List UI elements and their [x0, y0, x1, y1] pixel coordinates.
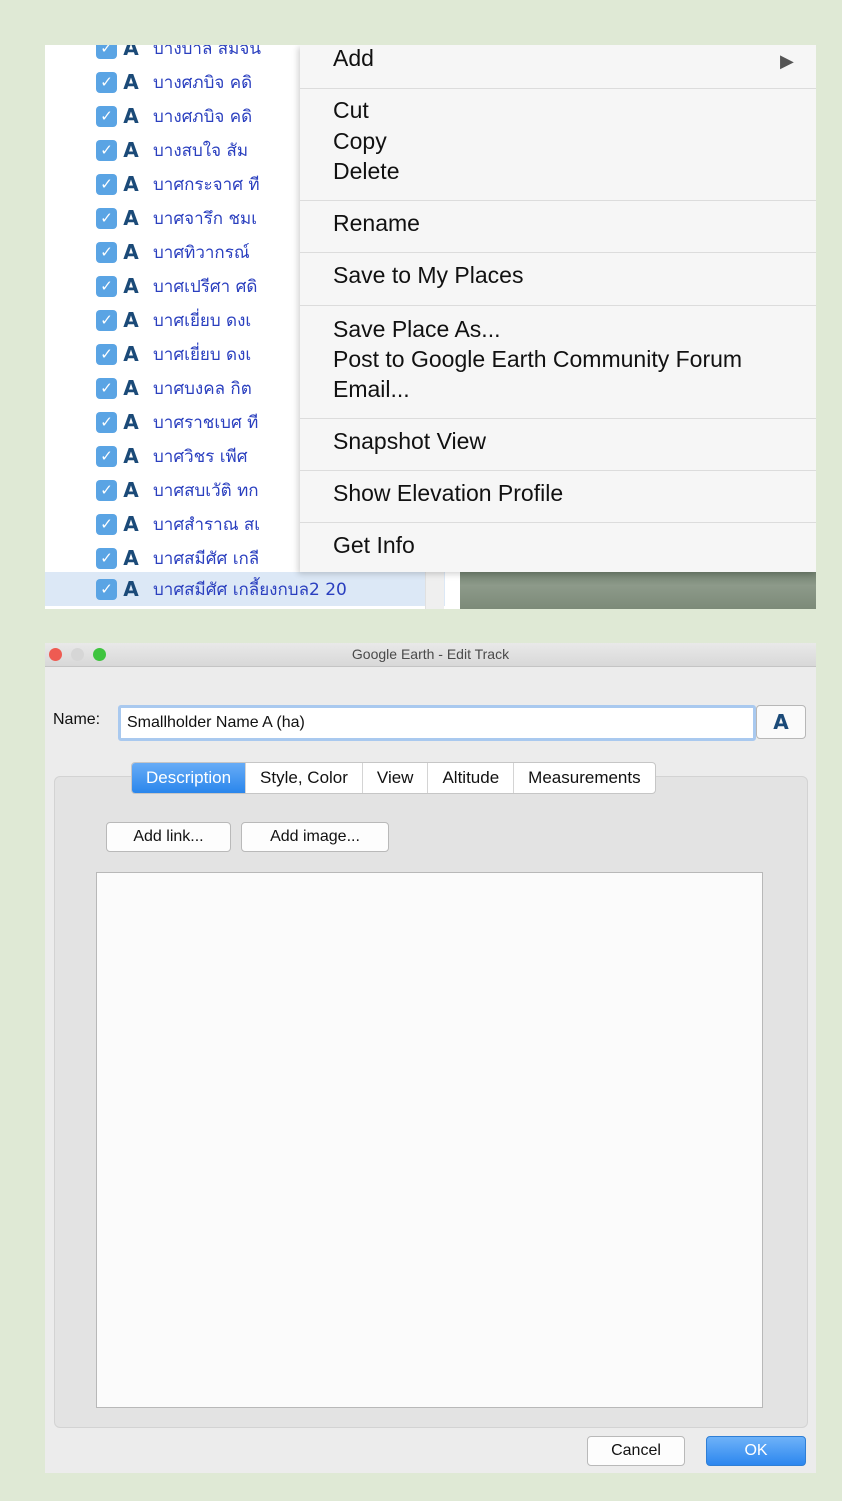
place-name: บาศจารึก ชมเ	[153, 208, 258, 229]
place-row-selected[interactable]: ✓ A บาศสมีศัศ เกลี้ยงกบล2 20	[45, 572, 445, 606]
checkbox[interactable]: ✓	[96, 377, 117, 399]
menu-item-delete[interactable]: Delete	[333, 158, 399, 185]
places-panel-screenshot: ✓ A บางบาล สมจน ✓ A บางศภบิจ คดิ ✓ A บาง…	[45, 45, 816, 609]
menu-item-post-to-forum[interactable]: Post to Google Earth Community Forum	[333, 346, 742, 373]
checkbox[interactable]: ✓	[96, 309, 117, 331]
submenu-arrow-icon: ▶	[780, 51, 794, 72]
track-icon-button[interactable]: A	[756, 705, 806, 739]
track-icon: A	[123, 512, 139, 536]
track-icon: A	[123, 206, 139, 230]
context-menu: Add ▶ Cut Copy Delete Rename Save to My …	[300, 45, 816, 572]
checkbox[interactable]: ✓	[96, 343, 117, 365]
menu-separator	[300, 522, 816, 523]
place-name: บางบาล สมจน	[153, 45, 261, 59]
checkbox[interactable]: ✓	[96, 275, 117, 297]
ok-button[interactable]: OK	[706, 1436, 806, 1466]
name-label: Name:	[53, 711, 101, 728]
checkbox[interactable]: ✓	[96, 139, 117, 161]
checkbox[interactable]: ✓	[96, 547, 117, 569]
checkbox[interactable]: ✓	[96, 105, 117, 127]
place-name: บาศเยี่ยบ ดงเ	[153, 310, 252, 331]
tab-bar: Description Style, Color View Altitude M…	[131, 762, 656, 794]
menu-item-copy[interactable]: Copy	[333, 128, 387, 155]
checkbox[interactable]: ✓	[96, 241, 117, 263]
checkbox[interactable]: ✓	[96, 445, 117, 467]
place-name: บางศภบิจ คดิ	[153, 106, 253, 127]
window-titlebar[interactable]: Google Earth - Edit Track	[45, 643, 816, 667]
name-input[interactable]	[118, 705, 756, 741]
add-link-button[interactable]: Add link...	[106, 822, 231, 852]
track-icon: A	[123, 376, 139, 400]
place-name: บาศสบเวัติ ทก	[153, 480, 259, 501]
track-icon: A	[123, 577, 139, 601]
track-icon: A	[123, 410, 139, 434]
track-icon: A	[123, 308, 139, 332]
menu-item-get-info[interactable]: Get Info	[333, 532, 415, 559]
menu-separator	[300, 200, 816, 201]
track-icon: A	[773, 710, 789, 734]
place-name: บาศวิชร เพีศ	[153, 446, 248, 467]
place-name: บาศกระจาศ ที	[153, 174, 260, 195]
menu-item-add[interactable]: Add	[333, 45, 374, 72]
cancel-button[interactable]: Cancel	[587, 1436, 685, 1466]
menu-separator	[300, 305, 816, 306]
menu-separator	[300, 88, 816, 89]
place-name: บางสบใจ สัม	[153, 140, 249, 161]
tab-measurements[interactable]: Measurements	[514, 763, 654, 793]
menu-separator	[300, 418, 816, 419]
track-icon: A	[123, 138, 139, 162]
place-name: บาศเยี่ยบ ดงเ	[153, 344, 252, 365]
menu-item-email[interactable]: Email...	[333, 376, 410, 403]
track-icon: A	[123, 104, 139, 128]
add-image-button[interactable]: Add image...	[241, 822, 389, 852]
checkbox[interactable]: ✓	[96, 411, 117, 433]
menu-item-save-place-as[interactable]: Save Place As...	[333, 316, 500, 343]
menu-item-snapshot-view[interactable]: Snapshot View	[333, 428, 486, 455]
place-name: บาศสำราณ สเ	[153, 514, 261, 535]
tab-description[interactable]: Description	[132, 763, 247, 793]
place-name: บาศราชเบศ ที	[153, 412, 259, 433]
track-icon: A	[123, 172, 139, 196]
place-name: บาศทิวากรณ์	[153, 242, 250, 263]
checkbox[interactable]: ✓	[96, 207, 117, 229]
window-title: Google Earth - Edit Track	[351, 646, 510, 662]
track-icon: A	[123, 274, 139, 298]
track-icon: A	[123, 240, 139, 264]
menu-item-show-elevation-profile[interactable]: Show Elevation Profile	[333, 480, 563, 507]
track-icon: A	[123, 546, 139, 570]
checkbox[interactable]: ✓	[96, 45, 117, 59]
menu-item-cut[interactable]: Cut	[333, 97, 369, 124]
place-name: บาศสมีศัศ เกลี้ยงกบล2 20	[153, 579, 347, 600]
menu-item-rename[interactable]: Rename	[333, 210, 420, 237]
track-icon: A	[123, 70, 139, 94]
place-name: บาศสมีศัศ เกลี	[153, 548, 260, 569]
checkbox[interactable]: ✓	[96, 513, 117, 535]
checkbox[interactable]: ✓	[96, 479, 117, 501]
description-textarea[interactable]	[96, 872, 763, 1408]
menu-separator	[300, 470, 816, 471]
track-icon: A	[123, 478, 139, 502]
tab-style-color[interactable]: Style, Color	[246, 763, 363, 793]
track-icon: A	[123, 444, 139, 468]
menu-separator	[300, 252, 816, 253]
track-icon: A	[123, 342, 139, 366]
menu-item-save-to-my-places[interactable]: Save to My Places	[333, 262, 523, 289]
place-name: บาศบงคล กิต	[153, 378, 252, 399]
tab-view[interactable]: View	[363, 763, 429, 793]
place-name: บาศเปรีศา ศดิ	[153, 276, 258, 297]
map-view[interactable]	[460, 570, 816, 609]
tab-altitude[interactable]: Altitude	[428, 763, 515, 793]
checkbox[interactable]: ✓	[96, 71, 117, 93]
checkbox[interactable]: ✓	[96, 578, 117, 600]
place-name: บางศภบิจ คดิ	[153, 72, 253, 93]
checkbox[interactable]: ✓	[96, 173, 117, 195]
track-icon: A	[123, 45, 139, 60]
edit-track-dialog: Google Earth - Edit Track Name: A Descri…	[45, 643, 816, 1473]
